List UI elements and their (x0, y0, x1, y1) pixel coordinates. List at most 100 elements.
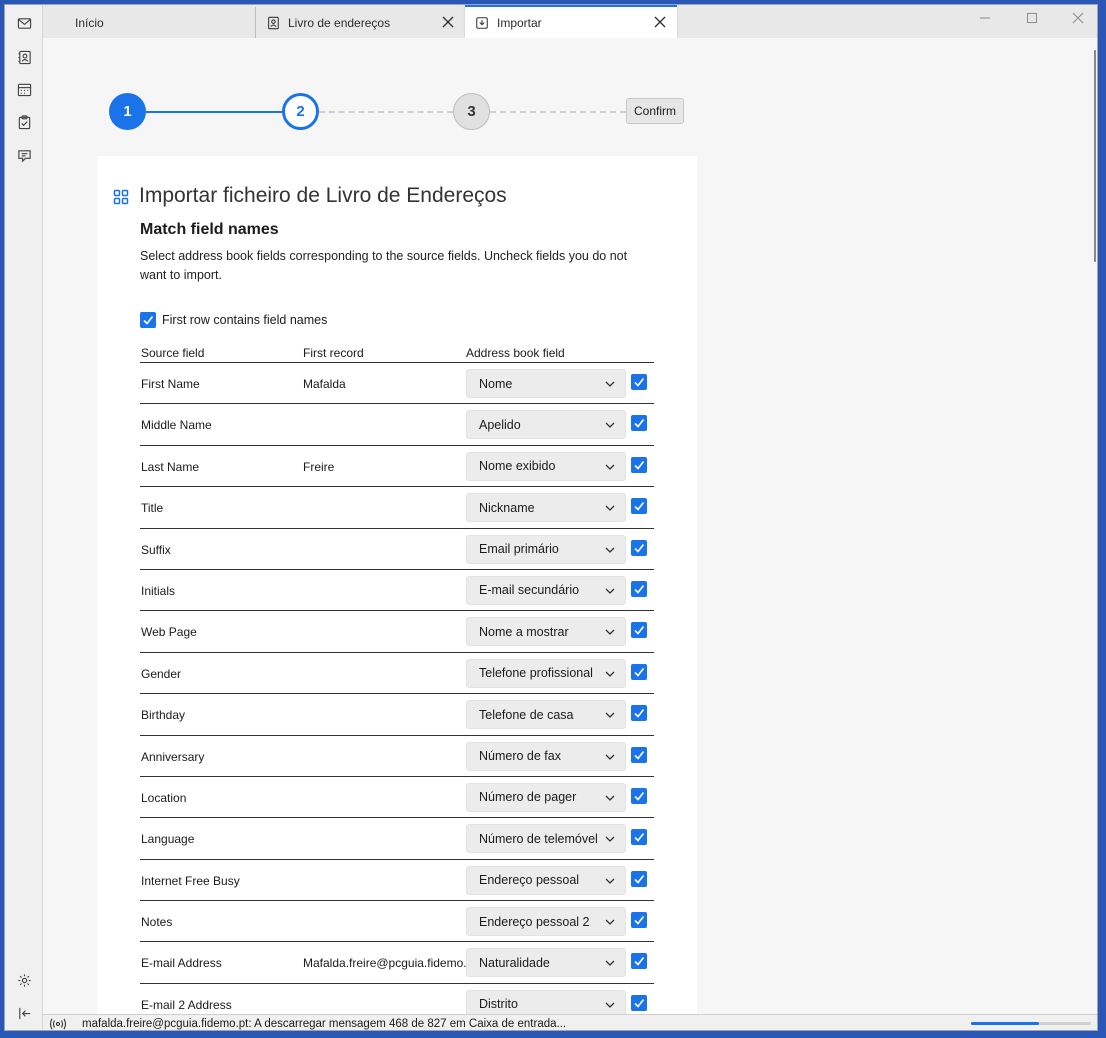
table-row: Title Nickname (140, 487, 654, 529)
select-value: Distrito (479, 997, 518, 1012)
chevron-down-icon (604, 544, 616, 556)
source-field: Last Name (141, 459, 200, 474)
import-field-checkbox[interactable] (631, 456, 647, 473)
select-value: Telefone de casa (479, 707, 574, 722)
select-value: Nome (479, 376, 513, 391)
source-field: Location (141, 790, 187, 805)
address-book-field-select[interactable]: Nome (466, 369, 626, 398)
address-book-field-select[interactable]: Nome exibido (466, 451, 626, 481)
import-field-checkbox[interactable] (631, 953, 647, 970)
source-field: Title (141, 501, 164, 516)
source-field: Middle Name (141, 418, 212, 433)
table-row: Web Page Nome a mostrar (140, 611, 654, 653)
select-value: Email primário (479, 542, 559, 557)
source-field: E-mail 2 Address (141, 997, 232, 1012)
table-header: Source field First record Address book f… (140, 344, 654, 363)
select-value: Nome exibido (479, 459, 556, 474)
address-book-field-select[interactable]: Telefone de casa (466, 700, 626, 730)
address-book-field-select[interactable]: Endereço pessoal 2 (466, 907, 626, 937)
column-header: First record (303, 346, 364, 360)
import-field-checkbox[interactable] (631, 994, 647, 1011)
stepper-line-complete (146, 111, 282, 113)
address-book-field-select[interactable]: Número de pager (466, 782, 626, 812)
address-book-icon (266, 16, 280, 30)
source-field: Internet Free Busy (141, 873, 240, 888)
select-value: Endereço pessoal (479, 873, 580, 888)
section-description: Select address book fields corresponding… (140, 249, 628, 282)
table-row: Notes Endereço pessoal 2 (140, 901, 654, 943)
progress-fill (971, 1022, 1040, 1025)
maximize-icon[interactable] (1025, 11, 1039, 25)
first-record-value: Mafalda (303, 377, 346, 391)
address-book-field-select[interactable]: Número de fax (466, 741, 626, 771)
close-icon[interactable] (653, 15, 667, 29)
address-book-field-select[interactable]: Endereço pessoal (466, 865, 626, 895)
import-field-checkbox[interactable] (631, 498, 647, 515)
source-field: Anniversary (141, 749, 205, 764)
address-book-field-select[interactable]: Nome a mostrar (466, 617, 626, 647)
import-field-checkbox[interactable] (631, 663, 647, 680)
address-book-field-select[interactable]: Apelido (466, 410, 626, 440)
chat-icon[interactable] (12, 143, 36, 167)
source-field: Web Page (141, 625, 197, 640)
mail-icon[interactable] (12, 11, 36, 35)
chevron-down-icon (604, 502, 616, 514)
tab-import[interactable]: Importar (465, 5, 677, 38)
import-field-checkbox[interactable] (631, 415, 647, 432)
import-field-checkbox[interactable] (631, 746, 647, 763)
import-grid-icon (113, 189, 129, 205)
chevron-down-icon (604, 957, 616, 969)
import-field-checkbox[interactable] (631, 374, 647, 390)
import-field-checkbox[interactable] (631, 622, 647, 639)
table-row: Suffix Email primário (140, 529, 654, 570)
select-value: Endereço pessoal 2 (479, 914, 590, 929)
source-field: Initials (141, 583, 176, 598)
import-field-checkbox[interactable] (631, 787, 647, 804)
import-field-checkbox[interactable] (631, 829, 647, 846)
import-field-checkbox[interactable] (631, 870, 647, 887)
select-value: E-mail secundário (479, 583, 580, 598)
address-book-field-select[interactable]: Telefone profissional (466, 658, 626, 688)
step-2: 2 (282, 93, 319, 130)
step-3: 3 (453, 93, 490, 130)
step-1: 1 (109, 93, 146, 130)
address-book-icon[interactable] (12, 45, 36, 69)
import-field-checkbox[interactable] (631, 705, 647, 722)
chevron-down-icon (604, 875, 616, 887)
first-row-checkbox[interactable]: First row contains field names (140, 312, 327, 328)
close-icon[interactable] (441, 15, 455, 29)
scrollbar[interactable] (1094, 50, 1096, 262)
tab-home[interactable]: Início (43, 7, 255, 38)
tab-address-book[interactable]: Livro de endereços (255, 7, 465, 38)
settings-gear-icon[interactable] (12, 968, 36, 992)
import-field-checkbox[interactable] (631, 580, 647, 597)
chevron-down-icon (604, 585, 616, 597)
address-book-field-select[interactable]: Número de telemóvel (466, 824, 626, 854)
window-close-icon[interactable] (1071, 11, 1085, 25)
chevron-down-icon (604, 833, 616, 845)
chevron-down-icon (604, 378, 616, 390)
source-field: First Name (141, 377, 200, 391)
chevron-down-icon (604, 709, 616, 721)
column-header: Address book field (466, 346, 565, 360)
address-book-field-select[interactable]: Distrito (466, 989, 626, 1014)
address-book-field-select[interactable]: E-mail secundário (466, 575, 626, 605)
calendar-icon[interactable] (12, 77, 36, 101)
checkbox-checked[interactable] (140, 312, 156, 328)
tasks-icon[interactable] (12, 110, 36, 134)
table-row: E-mail 2 Address Distrito (140, 984, 654, 1014)
minimize-icon[interactable] (978, 11, 992, 25)
status-text: mafalda.freire@pcguia.fidemo.pt: A desca… (82, 1018, 567, 1030)
import-field-checkbox[interactable] (631, 539, 647, 556)
address-book-field-select[interactable]: Email primário (466, 534, 626, 564)
tab-label: Início (75, 15, 104, 30)
collapse-sidebar-icon[interactable] (12, 1001, 36, 1025)
address-book-field-select[interactable]: Nickname (466, 493, 626, 523)
activity-broadcast-icon[interactable] (49, 1018, 67, 1030)
first-record-value: Mafalda.freire@pcguia.fidemo.pt (303, 956, 477, 971)
address-book-field-select[interactable]: Naturalidade (466, 948, 626, 978)
chevron-down-icon (604, 999, 616, 1011)
page-title: Importar ficheiro de Livro de Endereços (139, 184, 507, 207)
import-field-checkbox[interactable] (631, 912, 647, 929)
table-row: First Name Mafalda Nome (140, 363, 654, 405)
